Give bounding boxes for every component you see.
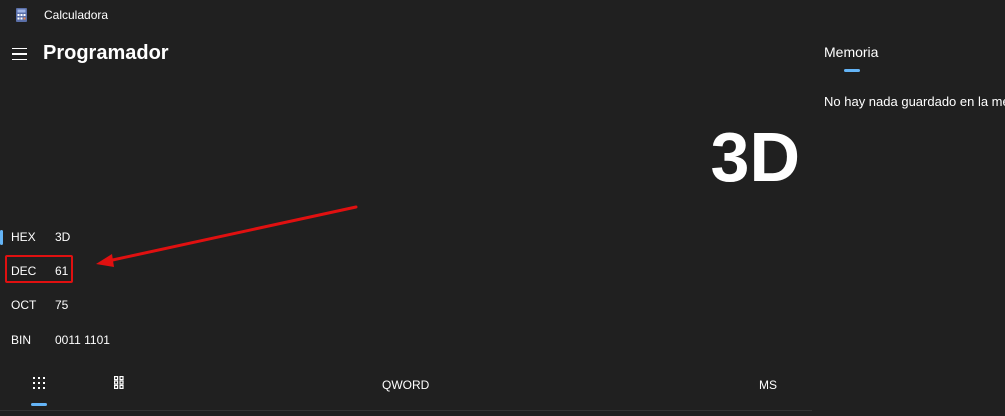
memory-empty-message: No hay nada guardado en la memoria [824,94,1005,109]
memory-store-button[interactable]: MS [759,378,777,392]
bottom-toolbar: QWORD MS [0,368,812,411]
tab-memory[interactable]: Memoria [824,44,878,60]
selected-indicator [31,403,47,406]
bit-toggling-keypad-icon[interactable] [114,376,124,389]
selected-indicator [844,69,860,72]
annotation-arrow [96,205,358,267]
word-size-button[interactable]: QWORD [382,378,429,392]
full-keypad-icon[interactable] [32,376,46,390]
divider [0,410,812,411]
